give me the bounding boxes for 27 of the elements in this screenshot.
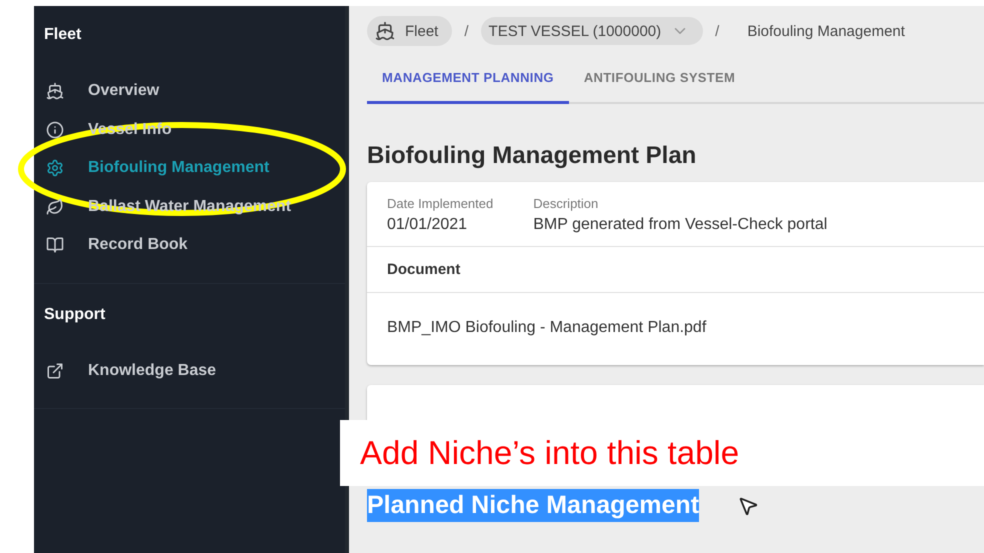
- sidebar-item[interactable]: Record Book: [44, 226, 335, 264]
- sidebar-item[interactable]: Biofouling Management: [44, 149, 335, 188]
- vessel-dropdown[interactable]: TEST VESSEL (1000000): [480, 17, 704, 45]
- cursor-icon: [737, 494, 760, 516]
- breadcrumb-separator: /: [715, 22, 720, 40]
- tab[interactable]: ANTIFOULING SYSTEM: [568, 60, 750, 104]
- field-value: BMP generated from Vessel-Check portal: [533, 216, 828, 234]
- sidebar-item[interactable]: Knowledge Base: [44, 352, 335, 390]
- sidebar-section-title: Fleet: [44, 26, 82, 44]
- document-link[interactable]: BMP_IMO Biofouling - Management Plan.pdf: [367, 293, 984, 365]
- field-label: Description: [533, 196, 600, 211]
- annotation-note: Add Niche’s into this table: [340, 420, 984, 486]
- info-icon: [44, 120, 66, 139]
- breadcrumb-current: Biofouling Management: [747, 22, 905, 40]
- column-header: Document: [367, 247, 984, 293]
- section-heading: Planned Niche Management: [367, 489, 700, 522]
- breadcrumb-separator: /: [464, 22, 469, 40]
- ship-icon: [44, 82, 66, 100]
- sidebar-section-title: Support: [44, 306, 106, 324]
- book-icon: [44, 236, 66, 254]
- page-title: Biofouling Management Plan: [367, 142, 698, 170]
- ship-icon: [375, 21, 395, 41]
- tab[interactable]: MANAGEMENT PLANNING: [367, 60, 569, 104]
- field-value: 01/01/2021: [387, 216, 468, 234]
- sidebar-item[interactable]: Overview: [44, 72, 335, 110]
- breadcrumb-chip[interactable]: Fleet: [367, 16, 452, 46]
- field-label: Date Implemented: [387, 196, 494, 211]
